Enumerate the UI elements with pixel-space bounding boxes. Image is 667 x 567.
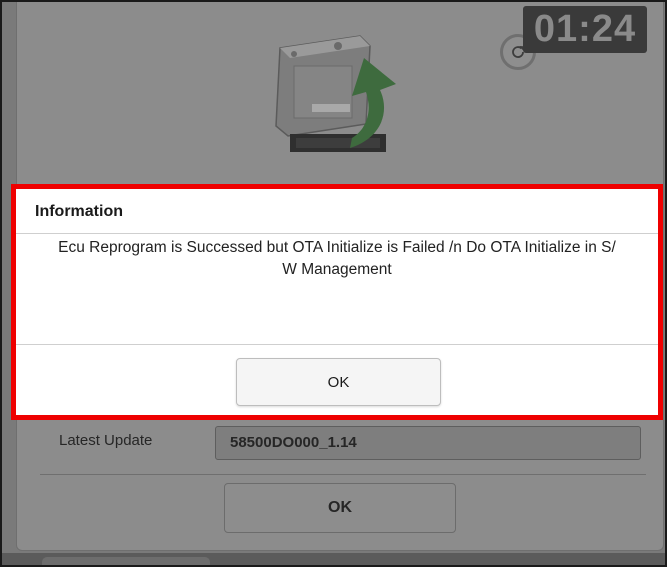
bottom-bar [2, 553, 665, 565]
ecu-upload-icon [275, 35, 396, 152]
bottom-tab [42, 557, 210, 565]
countdown-timer: 01:24 [523, 6, 647, 53]
information-dialog: Information Ecu Reprogram is Successed b… [15, 189, 659, 416]
latest-update-field: 58500DO000_1.14 [215, 426, 641, 460]
dialog-message-line-1: Ecu Reprogram is Successed but OTA Initi… [58, 239, 616, 256]
latest-update-label: Latest Update [59, 432, 153, 449]
dialog-title-divider [15, 233, 659, 234]
background-ok-button[interactable]: OK [224, 483, 456, 533]
dialog-message-line-2: W Management [282, 261, 392, 278]
dialog-title: Information [35, 203, 123, 220]
dialog-ok-button[interactable]: OK [236, 358, 441, 406]
dialog-message: Ecu Reprogram is Successed but OTA Initi… [1, 237, 667, 297]
divider [40, 474, 646, 475]
dialog-footer-divider [15, 344, 659, 345]
